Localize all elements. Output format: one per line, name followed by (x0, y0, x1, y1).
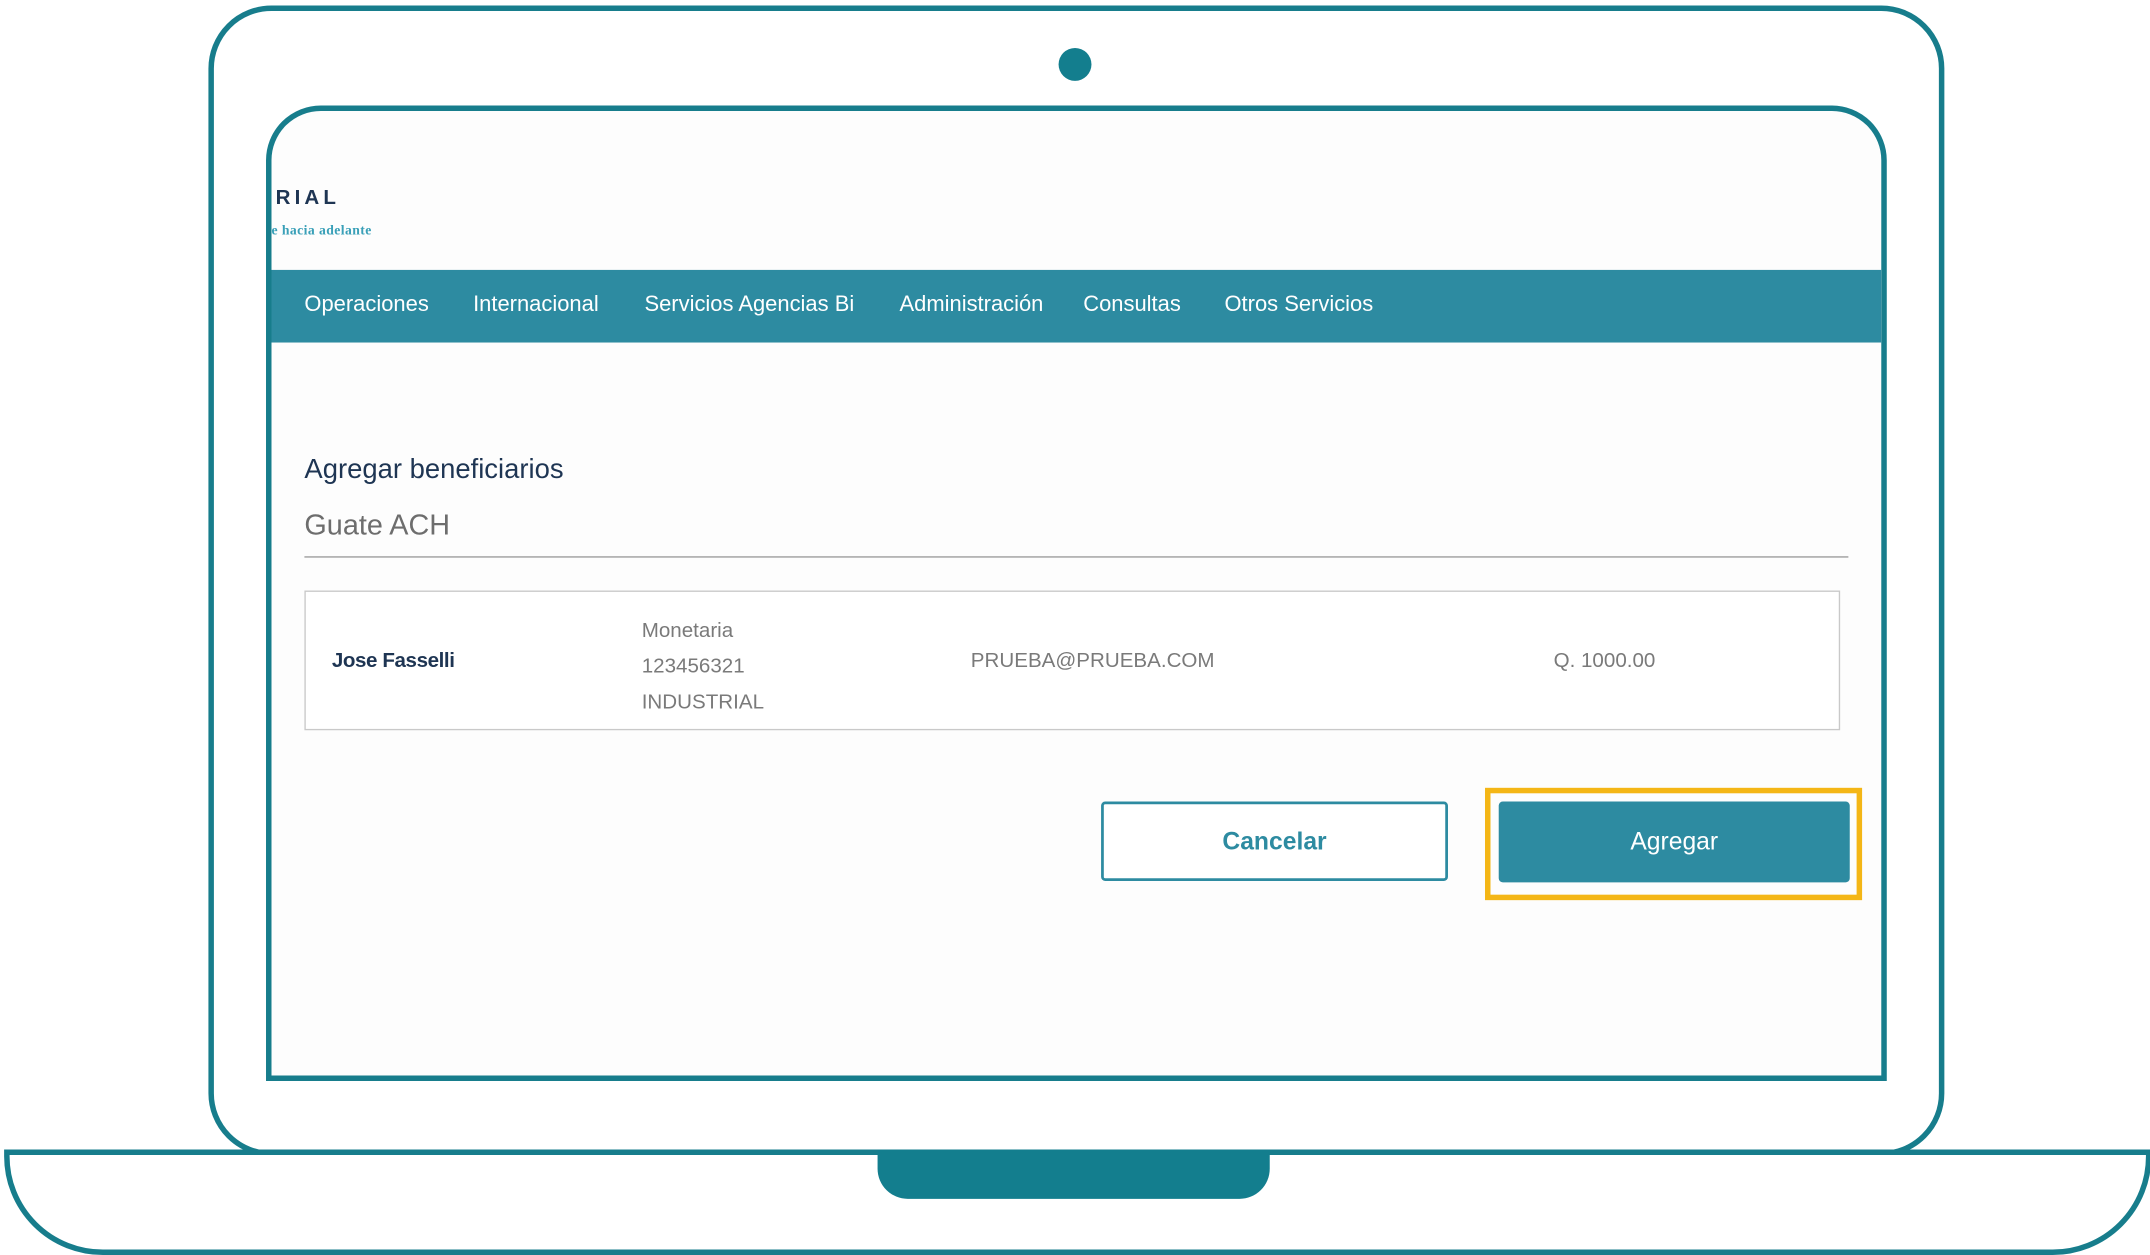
add-button[interactable]: Agregar (1498, 801, 1850, 883)
page-subtitle: Guate ACH (304, 509, 451, 542)
nav-item-consultas[interactable]: Consultas (1083, 293, 1181, 318)
nav-item-operaciones[interactable]: Operaciones (304, 293, 428, 318)
section-divider (304, 556, 1849, 558)
nav-item-administracion[interactable]: Administración (900, 293, 1044, 318)
camera-dot (1058, 47, 1092, 81)
account-bank: INDUSTRIAL (641, 690, 765, 714)
beneficiary-email: PRUEBA@PRUEBA.COM (970, 649, 1215, 673)
cancel-button-label: Cancelar (1222, 826, 1327, 855)
beneficiary-amount: Q. 1000.00 (1553, 649, 1656, 673)
cancel-button[interactable]: Cancelar (1101, 801, 1448, 881)
beneficiary-name: Jose Fasselli (331, 649, 455, 673)
laptop-illustration: RIAL e hacia adelante Operaciones Intern… (0, 0, 2150, 1255)
beneficiary-card: Jose Fasselli Monetaria 123456321 INDUST… (304, 590, 1841, 731)
nav-item-internacional[interactable]: Internacional (473, 293, 599, 318)
nav-item-otros-servicios[interactable]: Otros Servicios (1224, 293, 1373, 318)
app-screen: RIAL e hacia adelante Operaciones Intern… (266, 105, 1887, 1082)
bank-logo-tagline: e hacia adelante (271, 223, 372, 239)
bank-logo: RIAL (275, 186, 341, 210)
account-number: 123456321 (641, 654, 745, 679)
laptop-hinge (877, 1149, 1270, 1199)
main-navbar: Operaciones Internacional Servicios Agen… (271, 269, 1882, 343)
page-title: Agregar beneficiarios (304, 454, 564, 486)
nav-item-servicios-agencias[interactable]: Servicios Agencias Bi (644, 293, 854, 318)
account-type: Monetaria (641, 619, 734, 643)
beneficiary-account-info: Monetaria 123456321 INDUSTRIAL (642, 614, 764, 721)
